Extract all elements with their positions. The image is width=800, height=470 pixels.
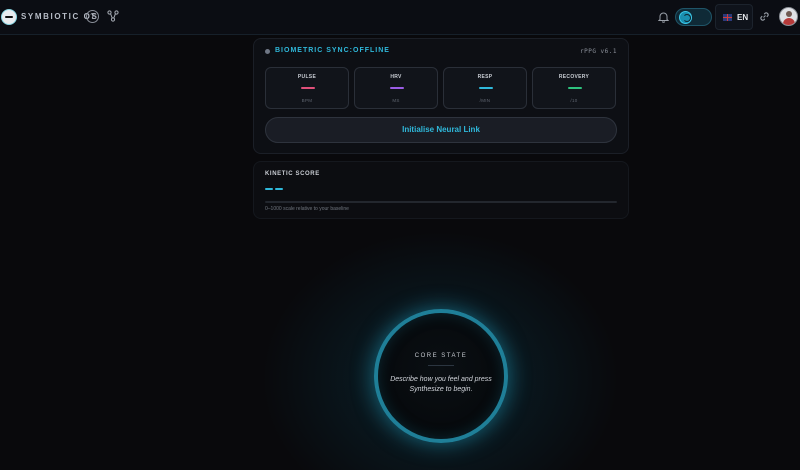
metric-unit: BPM bbox=[301, 98, 313, 103]
metric-label: RECOVERY bbox=[558, 74, 590, 80]
metric-value-placeholder bbox=[301, 87, 315, 89]
top-bar: SYMBIOTIC OS ? EN bbox=[0, 0, 800, 35]
biometric-title: BIOMETRIC SYNC:OFFLINE bbox=[275, 47, 390, 54]
metric-recovery: RECOVERY /10 bbox=[532, 67, 616, 109]
metric-value-placeholder bbox=[568, 87, 582, 89]
theme-toggle-icon bbox=[679, 11, 692, 24]
core-state-orb[interactable]: CORE STATE Describe how you feel and pre… bbox=[374, 309, 508, 443]
link-icon[interactable] bbox=[759, 11, 770, 22]
metric-pulse: PULSE BPM bbox=[265, 67, 349, 109]
core-state-prompt: Describe how you feel and press Synthesi… bbox=[390, 376, 492, 393]
initialise-neural-link-button[interactable]: Initialise Neural Link bbox=[265, 117, 617, 143]
help-icon[interactable]: ? bbox=[86, 10, 99, 23]
metric-hrv: HRV MS bbox=[354, 67, 438, 109]
kinetic-card: KINETIC SCORE 0–1000 scale relative to y… bbox=[253, 161, 629, 219]
kinetic-value-placeholder bbox=[265, 188, 273, 190]
graph-icon[interactable] bbox=[107, 10, 119, 22]
bell-icon[interactable] bbox=[658, 11, 669, 23]
metric-label: RESP bbox=[477, 74, 493, 80]
version-label: rPPG v6.1 bbox=[579, 48, 617, 55]
status-indicator bbox=[265, 49, 270, 54]
kinetic-title: KINETIC SCORE bbox=[265, 171, 320, 177]
avatar[interactable] bbox=[779, 7, 798, 26]
kinetic-progress-track bbox=[265, 201, 617, 203]
metric-value-placeholder bbox=[390, 87, 404, 89]
metric-label: HRV bbox=[390, 74, 402, 80]
language-button[interactable]: EN bbox=[715, 4, 753, 30]
metric-unit: MS bbox=[392, 98, 400, 103]
metric-unit: /MIN bbox=[479, 98, 491, 103]
metric-resp: RESP /MIN bbox=[443, 67, 527, 109]
kinetic-caption: 0–1000 scale relative to your baseline bbox=[265, 206, 349, 212]
core-state-title: CORE STATE bbox=[414, 353, 468, 359]
language-label: EN bbox=[737, 13, 749, 22]
logo-icon[interactable] bbox=[1, 9, 17, 25]
divider bbox=[428, 365, 454, 366]
metric-label: PULSE bbox=[297, 74, 317, 80]
biometric-card: BIOMETRIC SYNC:OFFLINE rPPG v6.1 PULSE B… bbox=[253, 38, 629, 154]
metric-unit: /10 bbox=[570, 98, 578, 103]
metric-value-placeholder bbox=[479, 87, 493, 89]
kinetic-value-placeholder bbox=[275, 188, 283, 190]
flag-uk-icon bbox=[723, 14, 732, 21]
theme-toggle[interactable] bbox=[675, 8, 712, 26]
